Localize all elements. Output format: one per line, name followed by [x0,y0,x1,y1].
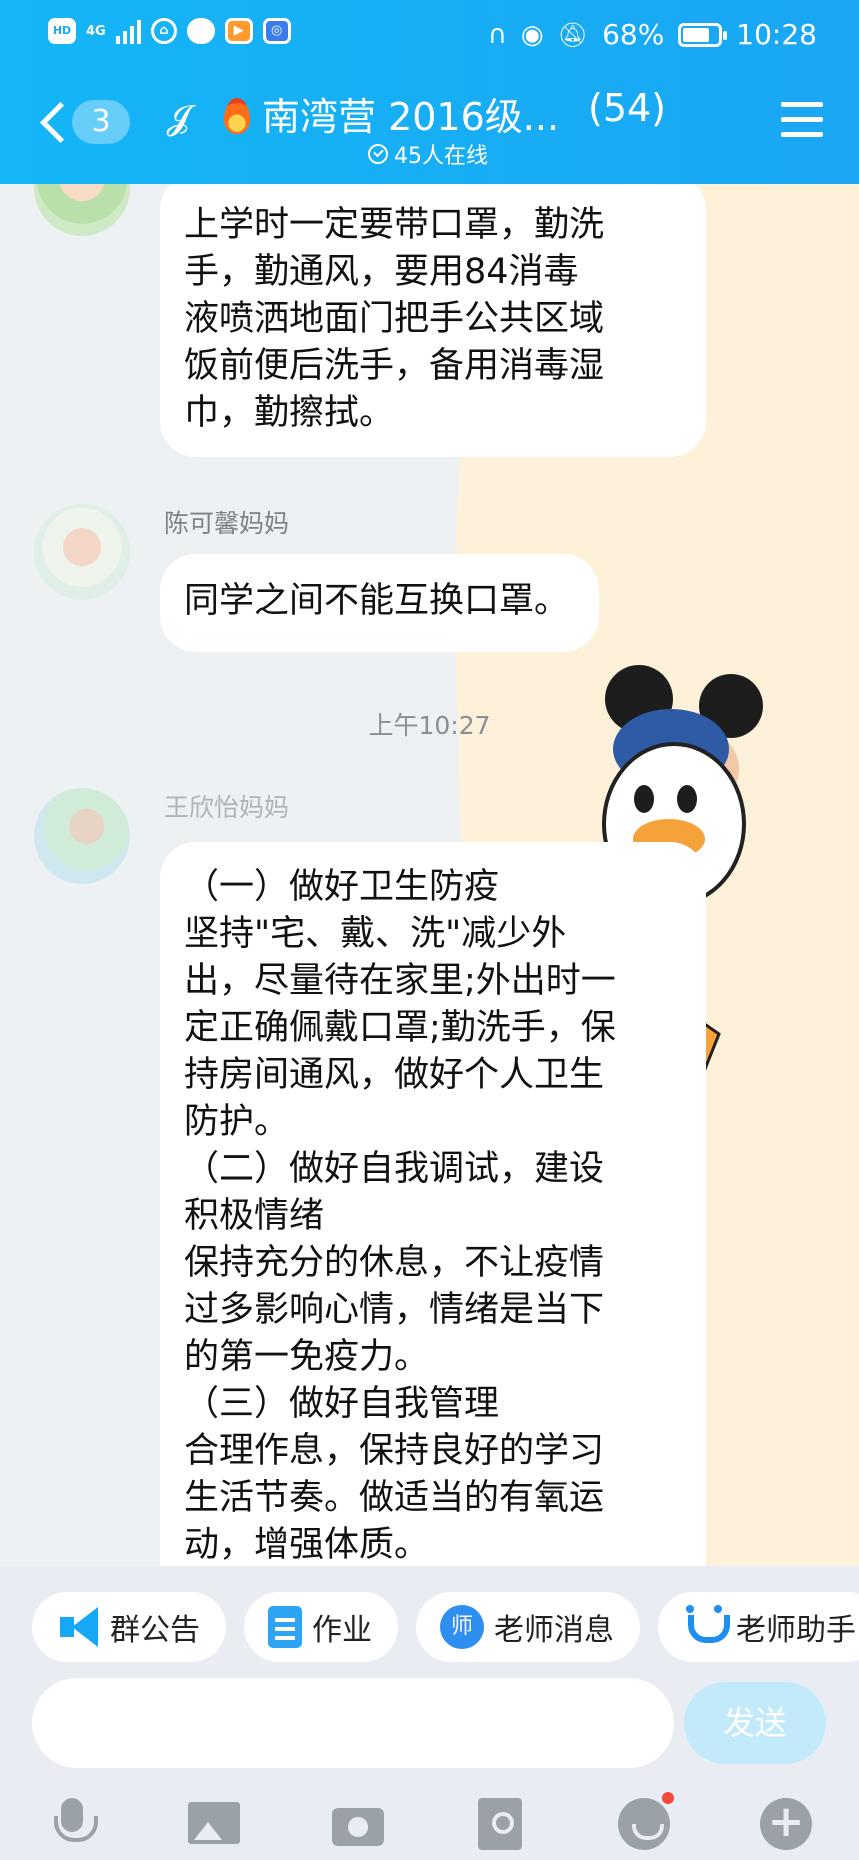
notification-dot [662,1792,674,1804]
headset-icon: ∩ [487,19,507,50]
message-line: 坚持"宅、戴、洗"减少外 [184,914,567,954]
message-line: 过多影响心情，情绪是当下 [184,1290,605,1330]
teacher-icon: 师 [440,1605,484,1649]
online-status[interactable]: 45人在线 [368,138,488,170]
send-button[interactable]: 发送 [684,1682,826,1764]
browser-notification-icon: ◎ [262,18,291,44]
back-button[interactable] [34,96,74,146]
message-line: 液喷洒地面门把手公共区域 [184,299,605,339]
message-line: 上学时一定要带口罩，勤洗 [184,205,605,245]
mic-icon[interactable] [44,1796,100,1852]
message-bubble[interactable]: 同学之间不能互换口罩。 [160,554,600,652]
message-input[interactable] [32,1678,674,1768]
sender-name: 王欣怡妈妈 [164,793,290,822]
message-bubble[interactable]: 上学时一定要带口罩，勤洗 手，勤通风，要用84消毒 液喷洒地面门把手公共区域 饭… [160,184,706,457]
quick-action-homework[interactable]: 作业 [244,1592,398,1662]
quick-action-teacher-assistant[interactable]: 老师助手 [658,1592,859,1662]
message-line: （三）做好自我管理 [184,1384,500,1424]
chat-notification-icon [186,18,215,44]
message-line: 手，勤通风，要用84消毒 [184,252,579,292]
menu-icon[interactable] [781,102,823,138]
megaphone-icon [56,1605,100,1649]
message-line: （一）做好卫生防疫 [184,867,500,907]
online-text: 45人在线 [394,144,488,169]
quick-action-label: 作业 [312,1613,372,1648]
quick-action-teacher-messages[interactable]: 师 老师消息 [416,1592,640,1662]
input-panel: 群公告 作业 师 老师消息 老师助手 发送 [0,1566,859,1860]
chat-area[interactable]: 上学时一定要带口罩，勤洗 手，勤通风，要用84消毒 液喷洒地面门把手公共区域 饭… [0,184,859,1566]
eye-comfort-icon: ◉ [520,19,544,50]
message-line: 生活节奏。做适当的有氧运 [184,1478,605,1518]
fire-icon [216,90,256,138]
group-title[interactable]: 南湾营 2016级... [262,86,559,141]
avatar[interactable] [34,788,130,884]
app-notification-icon: ⌂ [150,18,177,44]
title-bar: 3 𝓙 南湾营 2016级... (54) 45人在线 [0,76,859,176]
network-type: 4G [86,23,106,39]
plus-icon[interactable] [758,1796,814,1852]
message-timestamp: 上午10:27 [368,711,491,740]
message-line: 饭前便后洗手，备用消毒湿 [184,346,605,386]
message-line: 持房间通风，做好个人卫生 [184,1055,605,1095]
sender-name: 陈可馨妈妈 [164,509,290,538]
message-line: 积极情绪 [184,1196,325,1236]
message-line: 防护。 [184,1102,290,1142]
message-line: 的第一免疫力。 [184,1337,430,1377]
image-icon[interactable] [186,1796,242,1852]
message-line: 同学之间不能互换口罩。 [184,581,570,621]
red-packet-icon[interactable] [472,1796,528,1852]
message-line: 出，尽量待在家里;外出时一 [184,961,616,1001]
quick-action-label: 老师消息 [494,1613,614,1648]
message-line: 巾，勤擦拭。 [184,393,395,433]
status-bar: HD 4G ⌂ ▶ ◎ ∩ ◉ 🔕︎ 68% 10:28 [0,14,859,54]
hd-icon: HD [48,18,76,44]
member-count[interactable]: (54) [588,86,666,130]
avatar[interactable] [34,504,130,600]
message-line: （二）做好自我调试，建设 [184,1149,605,1189]
quick-action-label: 群公告 [110,1613,200,1648]
message-line: 合理作息，保持良好的学习 [184,1431,605,1471]
avatar[interactable] [34,184,130,236]
battery-icon [678,22,728,47]
earpiece-mode-icon[interactable]: 𝓙 [166,98,189,138]
top-bar: HD 4G ⌂ ▶ ◎ ∩ ◉ 🔕︎ 68% 10:28 3 𝓙 南湾营 201… [0,0,859,184]
camera-icon[interactable] [330,1796,386,1852]
unread-count-badge[interactable]: 3 [72,100,130,144]
signal-icon [115,18,141,44]
message-bubble[interactable]: （一）做好卫生防疫 坚持"宅、戴、洗"减少外 出，尽量待在家里;外出时一 定正确… [160,842,706,1566]
message-line: 动，增强体质。 [184,1525,430,1565]
quick-action-label: 老师助手 [736,1613,856,1648]
online-check-icon [368,144,388,164]
quick-action-announcement[interactable]: 群公告 [32,1592,226,1662]
mute-icon: 🔕︎ [557,20,589,49]
toolbar [0,1792,859,1856]
battery-percent: 68% [602,18,665,51]
video-notification-icon: ▶ [224,18,253,44]
quick-actions: 群公告 作业 师 老师消息 老师助手 [32,1592,859,1662]
message-line: 保持充分的休息，不让疫情 [184,1243,605,1283]
clock: 10:28 [736,18,817,51]
homework-icon [268,1606,302,1648]
assistant-icon [682,1605,730,1649]
message-line: 定正确佩戴口罩;勤洗手，保 [184,1008,616,1048]
emoji-icon[interactable] [616,1792,674,1852]
